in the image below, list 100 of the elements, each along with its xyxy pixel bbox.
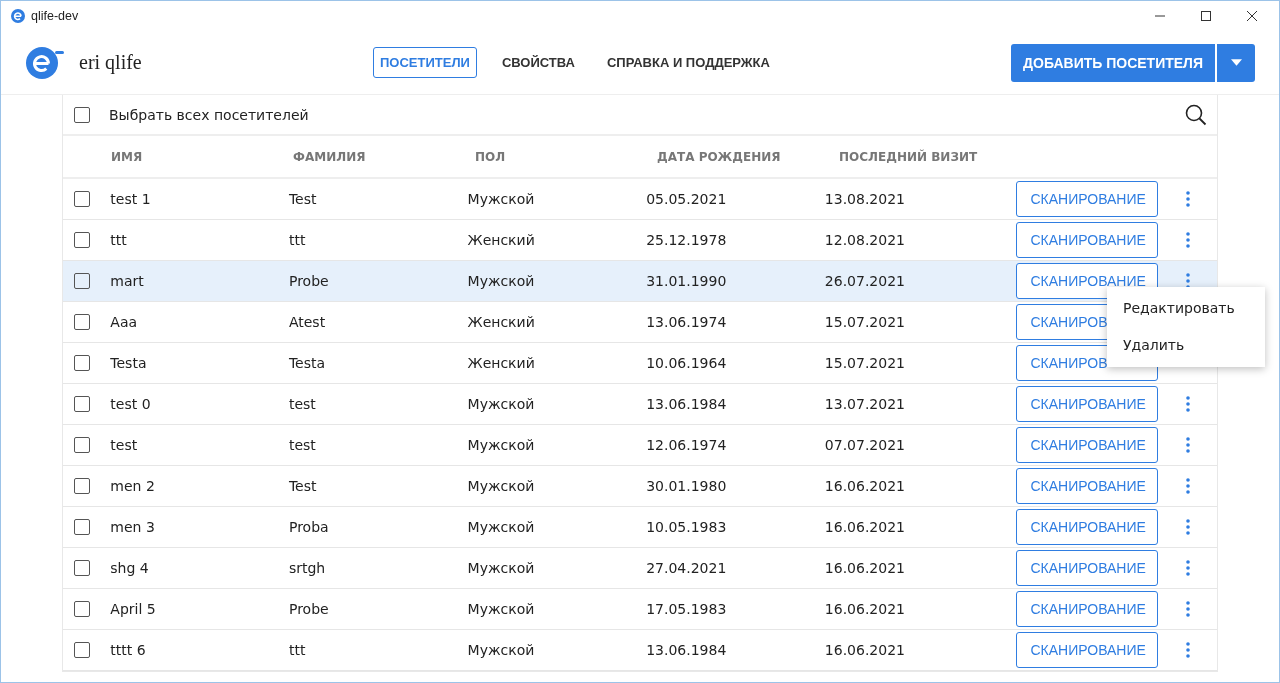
table-cell-text: test <box>288 437 317 453</box>
table-cell-text: Мужской <box>467 601 536 617</box>
table-cell-text: 27.04.2021 <box>646 560 728 576</box>
table-cell-text: 10.05.1983 <box>646 519 728 535</box>
more-icon[interactable] <box>1185 232 1190 248</box>
table-cell-text: 13.06.1974 <box>646 314 728 330</box>
dropdown-button[interactable] <box>1217 43 1255 82</box>
scan-button[interactable]: СКАНИРОВАНИЕ <box>1016 427 1159 463</box>
table-cell-text: 30.01.1980 <box>646 478 728 494</box>
table-cell-text: Test <box>288 191 318 207</box>
checkbox[interactable] <box>74 273 90 289</box>
checkbox[interactable] <box>74 437 90 453</box>
more-icon[interactable] <box>1185 437 1190 453</box>
table-cell-text: Мужской <box>467 478 536 494</box>
more-icon[interactable] <box>1185 478 1190 494</box>
scan-button[interactable]: СКАНИРОВАНИЕ <box>1016 386 1159 422</box>
table-cell-text: Testa <box>110 355 148 371</box>
checkbox[interactable] <box>74 314 90 330</box>
scan-button[interactable]: СКАНИРОВАНИЕ <box>1016 181 1159 217</box>
table-cell-text: Мужской <box>467 396 536 412</box>
app-logo-icon <box>10 8 26 24</box>
more-icon[interactable] <box>1185 396 1190 412</box>
table-cell-text: 16.06.2021 <box>824 560 906 576</box>
scan-button[interactable]: СКАНИРОВАНИЕ <box>1016 550 1159 586</box>
table-cell-text: 15.07.2021 <box>824 314 906 330</box>
more-icon[interactable] <box>1185 560 1190 576</box>
table-cell-text: mart <box>110 273 145 289</box>
table-cell-text: 12.06.1974 <box>646 437 728 453</box>
checkbox[interactable] <box>74 519 90 535</box>
add-visitor-button[interactable]: ДОБАВИТЬ ПОСЕТИТЕЛЯ <box>1011 43 1215 82</box>
table-cell-text: Atest <box>288 314 327 330</box>
table-cell-text: 07.07.2021 <box>824 437 906 453</box>
nav-tab[interactable]: СВОЙСТВА <box>494 47 582 78</box>
table-cell-text: Мужской <box>467 191 536 207</box>
checkbox[interactable] <box>74 560 90 576</box>
scan-button[interactable]: СКАНИРОВАНИЕ <box>1016 468 1159 504</box>
more-icon[interactable] <box>1185 273 1190 289</box>
table-cell-text: 16.06.2021 <box>824 478 906 494</box>
more-icon[interactable] <box>1185 519 1190 535</box>
window-title: qlife-dev <box>31 9 79 23</box>
table-cell-text: Test <box>288 478 318 494</box>
more-icon[interactable] <box>1185 191 1190 207</box>
table-cell-text: 25.12.1978 <box>646 232 728 248</box>
table-cell-text: men 2 <box>110 478 156 494</box>
table-cell-text: 16.06.2021 <box>824 601 906 617</box>
close-icon[interactable] <box>1247 11 1257 21</box>
table-cell-text: tttt 6 <box>110 642 147 658</box>
table-cell-text: 16.06.2021 <box>824 519 906 535</box>
table-cell-text: 31.01.1990 <box>646 273 728 289</box>
table-cell-text: Женский <box>467 355 536 371</box>
column-header: ИМЯ <box>111 149 144 164</box>
checkbox[interactable] <box>74 601 90 617</box>
caret-icon <box>1230 59 1242 66</box>
table-cell-text: ttt <box>110 232 128 248</box>
table-cell-text: ttt <box>288 232 307 248</box>
checkbox[interactable] <box>74 355 90 371</box>
table-cell-text: test 0 <box>110 396 152 412</box>
column-header: ПОЛ <box>475 149 507 164</box>
table-cell-text: shg 4 <box>110 560 150 576</box>
table-cell-text: April 5 <box>110 601 157 617</box>
table-cell-text: test <box>288 396 317 412</box>
table-cell-text: Женский <box>467 232 536 248</box>
table-cell-text: Testa <box>288 355 327 371</box>
table-cell-text: 10.06.1964 <box>646 355 728 371</box>
table-cell-text: Мужской <box>467 519 536 535</box>
scan-button[interactable]: СКАНИРОВАНИЕ <box>1016 509 1159 545</box>
checkbox[interactable] <box>74 232 90 248</box>
scan-button[interactable]: СКАНИРОВАНИЕ <box>1016 591 1159 627</box>
checkbox[interactable] <box>74 478 90 494</box>
table-cell-text: Aaa <box>110 314 139 330</box>
search-icon[interactable] <box>1185 103 1207 126</box>
table-cell-text: Женский <box>467 314 536 330</box>
checkbox[interactable] <box>74 106 90 123</box>
table-cell-text: 12.08.2021 <box>824 232 906 248</box>
table-cell-text: srtgh <box>288 560 327 576</box>
nav-tab[interactable]: СПРАВКА И ПОДДЕРЖКА <box>599 47 777 78</box>
table-cell-text: 26.07.2021 <box>824 273 906 289</box>
nav-tab[interactable]: ПОСЕТИТЕЛИ <box>373 47 477 78</box>
scan-button[interactable]: СКАНИРОВАНИЕ <box>1016 222 1159 258</box>
table-cell-text: Мужской <box>467 642 536 658</box>
table-cell-text: Probe <box>288 273 330 289</box>
table-cell-text: Proba <box>288 519 330 535</box>
table-cell-text: ttt <box>288 642 307 658</box>
table-cell-text: test 1 <box>110 191 152 207</box>
checkbox[interactable] <box>74 191 90 207</box>
select-all-label: Выбрать всех посетителей <box>109 106 309 123</box>
table-cell-text: Probe <box>288 601 330 617</box>
more-icon[interactable] <box>1185 642 1190 658</box>
table-cell-text: men 3 <box>110 519 156 535</box>
more-icon[interactable] <box>1185 601 1190 617</box>
column-header: ФАМИЛИЯ <box>293 149 367 164</box>
table-cell-text: 13.07.2021 <box>824 396 906 412</box>
table-cell-text: 15.07.2021 <box>824 355 906 371</box>
table-cell-text: 16.06.2021 <box>824 642 906 658</box>
maximize-icon[interactable] <box>1201 11 1211 21</box>
column-header: ДАТА РОЖДЕНИЯ <box>657 149 782 164</box>
table-cell-text: 05.05.2021 <box>646 191 728 207</box>
checkbox[interactable] <box>74 396 90 412</box>
scan-button[interactable]: СКАНИРОВАНИЕ <box>1016 632 1159 668</box>
checkbox[interactable] <box>74 642 90 658</box>
